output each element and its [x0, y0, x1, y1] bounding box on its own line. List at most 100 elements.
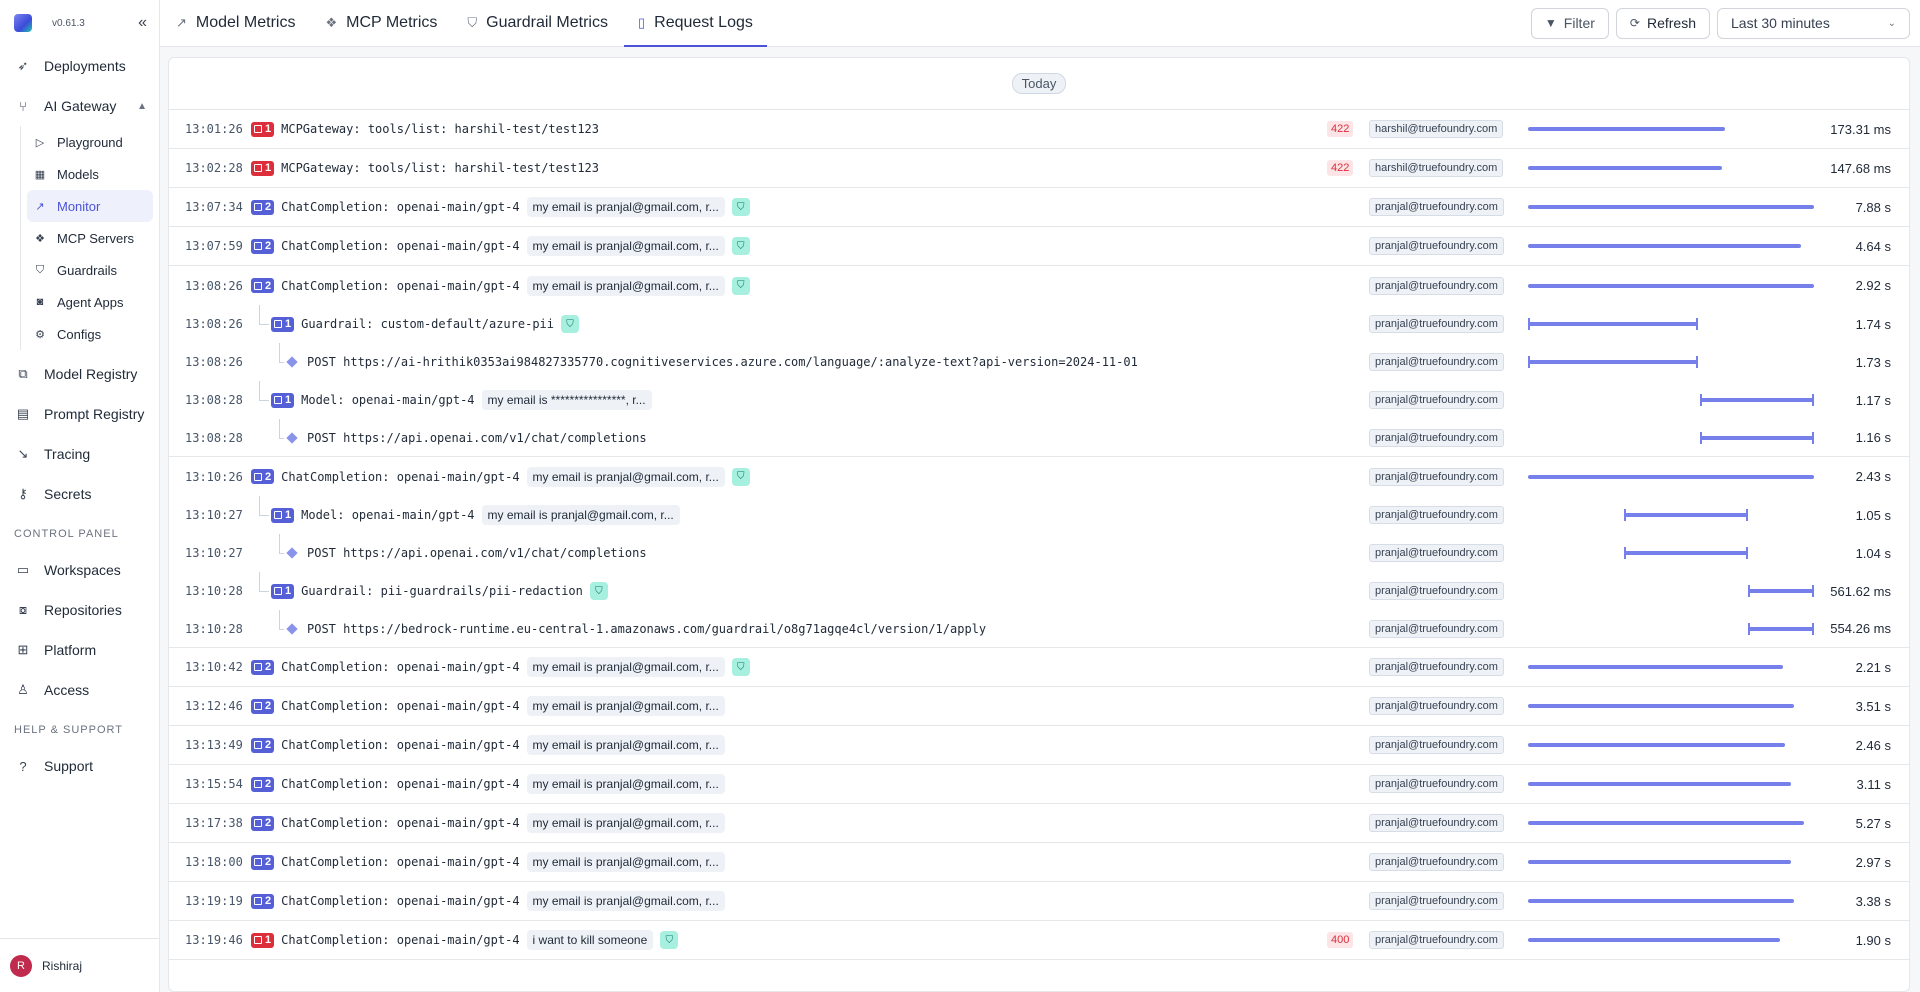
sidebar-item-secrets[interactable]: ⚷ Secrets: [6, 474, 153, 514]
time-range-select[interactable]: Last 30 minutes ⌄: [1717, 7, 1910, 39]
log-row[interactable]: 13:07:34 2 ChatCompletion: openai-main/gpt…: [169, 188, 1909, 227]
latency-bar: [1699, 394, 1815, 406]
log-child-row[interactable]: 13:08:28 POST https://api.openai.com/v1/c…: [169, 419, 1909, 457]
sidebar-item-mcp-servers[interactable]: ❖ MCP Servers: [27, 222, 153, 254]
span-count-badge[interactable]: 2: [251, 659, 275, 675]
expand-icon: [254, 203, 262, 211]
span-count-badge[interactable]: 2: [251, 737, 275, 753]
sidebar-item-deployments[interactable]: ➶ Deployments: [6, 46, 153, 86]
error-count-badge[interactable]: 1: [251, 932, 275, 948]
span-count-badge[interactable]: 2: [251, 469, 275, 484]
log-row[interactable]: 13:12:46 2 ChatCompletion: openai-main/gpt…: [169, 687, 1909, 726]
span-count-badge[interactable]: 2: [251, 815, 275, 831]
error-count-badge[interactable]: 1: [251, 160, 275, 176]
log-row[interactable]: 13:07:59 2 ChatCompletion: openai-main/gpt…: [169, 227, 1909, 266]
chevron-up-icon[interactable]: ▲: [137, 101, 147, 112]
sidebar-item-ai-gateway[interactable]: ⑂ AI Gateway ▲: [6, 86, 153, 126]
sidebar-item-monitor[interactable]: ↗ Monitor: [27, 190, 153, 222]
span-count-badge[interactable]: 1: [271, 583, 295, 599]
tab-mcp-metrics[interactable]: ❖ MCP Metrics: [325, 0, 453, 46]
log-duration: 4.64 s: [1855, 238, 1891, 254]
metrics-tabs: ↗ Model Metrics ❖ MCP Metrics ⛉ Guardrail M…: [160, 0, 783, 47]
log-row[interactable]: 13:17:38 2 ChatCompletion: openai-main/gpt…: [169, 804, 1909, 843]
shield-icon: ⛉: [35, 263, 45, 276]
sidebar-item-support[interactable]: ? Support: [6, 746, 153, 786]
log-summary: 2 ChatCompletion: openai-main/gpt-4 my ema…: [251, 735, 725, 755]
sidebar-item-tracing[interactable]: ↘ Tracing: [6, 434, 153, 474]
span-count-badge[interactable]: 2: [251, 199, 275, 215]
span-count-badge[interactable]: 1: [271, 392, 295, 408]
archive-icon: ▤: [16, 406, 30, 421]
sidebar-item-playground[interactable]: ▷ Playground: [27, 126, 153, 158]
sidebar-item-models[interactable]: ▦ Models: [27, 158, 153, 190]
log-row[interactable]: 13:18:00 2 ChatCompletion: openai-main/gpt…: [169, 843, 1909, 882]
log-summary: 2 ChatCompletion: openai-main/gpt-4 my ema…: [251, 852, 725, 872]
refresh-button[interactable]: ⟳ Refresh: [1615, 7, 1710, 39]
expand-icon: [254, 858, 262, 866]
log-child-row[interactable]: 13:10:28 POST https://bedrock-runtime.eu-…: [169, 610, 1909, 648]
log-duration: 1.17 s: [1855, 392, 1891, 408]
log-child-row[interactable]: 13:08:26 POST https://ai-hrithik0353ai984…: [169, 343, 1909, 381]
log-child-row[interactable]: 13:10:28 1 Guardrail: pii-guardrails/pii-r…: [169, 572, 1909, 610]
user-profile[interactable]: R Rishiraj: [0, 938, 160, 992]
sidebar-item-configs[interactable]: ⚙ Configs: [27, 318, 153, 350]
log-summary: 2 ChatCompletion: openai-main/gpt-4 my ema…: [251, 275, 750, 296]
tab-guardrail-metrics[interactable]: ⛉ Guardrail Metrics: [467, 0, 624, 46]
sidebar-item-access[interactable]: ♙ Access: [6, 670, 153, 710]
user-email-chip: pranjal@truefoundry.com: [1369, 276, 1504, 295]
log-row[interactable]: 13:19:19 2 ChatCompletion: openai-main/gpt…: [169, 882, 1909, 921]
span-count-badge[interactable]: 1: [271, 507, 295, 523]
sidebar-item-agent-apps[interactable]: ◙ Agent Apps: [27, 286, 153, 318]
latency-bar: [1528, 283, 1814, 288]
log-row[interactable]: 13:08:26 2 ChatCompletion: openai-main/gpt…: [169, 266, 1909, 305]
log-child-row[interactable]: 13:10:27 POST https://api.openai.com/v1/c…: [169, 534, 1909, 572]
expand-icon: [254, 164, 262, 172]
sidebar-item-prompt-registry[interactable]: ▤ Prompt Registry: [6, 394, 153, 434]
filter-button[interactable]: ▼ Filter: [1530, 7, 1609, 39]
day-label: Today: [1011, 73, 1067, 94]
log-duration: 147.68 ms: [1830, 160, 1891, 176]
span-count-badge[interactable]: 2: [251, 698, 275, 714]
refresh-icon: ⟳: [1629, 16, 1640, 30]
span-count-badge[interactable]: 2: [251, 776, 275, 792]
badge-count: 2: [265, 470, 272, 483]
log-row[interactable]: 13:10:26 2 ChatCompletion: openai-main/gpt…: [169, 457, 1909, 496]
log-child-row[interactable]: 13:08:26 1 Guardrail: custom-default/azure…: [169, 305, 1909, 343]
span-count-badge[interactable]: 2: [251, 278, 275, 293]
app-logo[interactable]: [14, 14, 32, 32]
log-child-row[interactable]: 13:10:27 1 Model: openai-main/gpt-4 my emai…: [169, 496, 1909, 534]
log-row[interactable]: 13:02:28 1 MCPGateway: tools/list: harshil…: [169, 149, 1909, 188]
log-row[interactable]: 13:15:54 2 ChatCompletion: openai-main/gpt…: [169, 765, 1909, 804]
span-count-badge[interactable]: 2: [251, 893, 275, 909]
span-count-badge[interactable]: 2: [251, 854, 275, 870]
badge-count: 2: [265, 895, 272, 907]
request-logs-panel: Today 13:01:26 1 MCPGateway: tools/list: h…: [168, 57, 1910, 992]
sidebar-item-repositories[interactable]: ⧇ Repositories: [6, 590, 153, 630]
sidebar-item-model-registry[interactable]: ⧉ Model Registry: [6, 354, 153, 394]
status-code-badge: 422: [1327, 121, 1354, 137]
log-child-row[interactable]: 13:08:28 1 Model: openai-main/gpt-4 my emai…: [169, 381, 1909, 419]
log-row[interactable]: 13:01:26 1 MCPGateway: tools/list: harshil…: [169, 110, 1909, 149]
tab-request-logs[interactable]: ▯ Request Logs: [623, 0, 769, 47]
sidebar-item-label: Repositories: [44, 602, 122, 618]
user-email-chip: pranjal@truefoundry.com: [1369, 544, 1504, 562]
sidebar-item-workspaces[interactable]: ▭ Workspaces: [6, 550, 153, 590]
sidebar-item-platform[interactable]: ⊞ Platform: [6, 630, 153, 670]
sidebar-item-guardrails[interactable]: ⛉ Guardrails: [27, 254, 153, 286]
log-name: MCPGateway: tools/list: harshil-test/tes…: [281, 122, 600, 136]
log-row[interactable]: 13:19:46 1 ChatCompletion: openai-main/gpt…: [169, 921, 1909, 960]
log-row[interactable]: 13:10:42 2 ChatCompletion: openai-main/gpt…: [169, 648, 1909, 687]
tab-model-metrics[interactable]: ↗ Model Metrics: [176, 0, 311, 46]
span-count-badge[interactable]: 1: [271, 316, 295, 332]
sidebar-item-label: Models: [57, 166, 99, 182]
latency-bar: [1528, 743, 1786, 747]
line-chart-icon: ↗: [176, 15, 187, 30]
log-time: 13:10:26: [185, 469, 243, 484]
sidebar-item-label: Model Registry: [44, 366, 138, 382]
error-count-badge[interactable]: 1: [251, 121, 275, 137]
collapse-sidebar-icon[interactable]: «: [138, 14, 147, 32]
badge-count: 1: [285, 394, 292, 406]
log-row[interactable]: 13:13:49 2 ChatCompletion: openai-main/gpt…: [169, 726, 1909, 765]
span-count-badge[interactable]: 2: [251, 238, 275, 254]
log-name: ChatCompletion: openai-main/gpt-4: [281, 469, 520, 484]
